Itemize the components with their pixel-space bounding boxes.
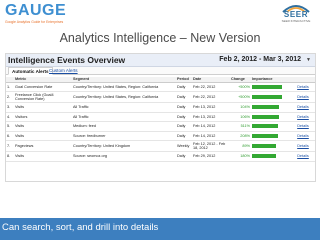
- caption-bar: Can search, sort, and drill into details: [0, 218, 320, 240]
- metric-cell: Visits: [14, 102, 72, 113]
- period-cell: Daily: [176, 102, 192, 113]
- chevron-down-icon[interactable]: ▼: [306, 57, 311, 63]
- importance-bar: [252, 144, 276, 148]
- importance-bar: [252, 124, 278, 129]
- row-number: 5.: [6, 121, 14, 132]
- row-number: 8.: [6, 151, 14, 162]
- date-cell: Feb 13, 2012: [192, 102, 230, 113]
- segment-cell: Country/Territory: United Kingdom: [72, 140, 176, 152]
- date-cell: Feb 29, 2012: [192, 151, 230, 162]
- table-row[interactable]: 8. Visits Source: seomoz.org Daily Feb 29, 2…: [6, 151, 315, 162]
- table-row[interactable]: 7. Pageviews Country/Territory: United Kin…: [6, 140, 315, 152]
- table-row[interactable]: 5. Visits Medium: feed Daily Feb 14, 2012 511…: [6, 121, 315, 132]
- date-cell: Feb 14, 2012: [192, 131, 230, 141]
- importance-bar: [252, 105, 279, 110]
- events-table: Metric Segment Period Date Change Import…: [6, 77, 315, 162]
- change-cell: 106%: [230, 112, 251, 122]
- importance-cell: [251, 102, 289, 113]
- row-number: 3.: [6, 102, 14, 113]
- segment-cell: Source: feedburner: [72, 131, 176, 141]
- intelligence-title: Intelligence Events Overview: [8, 55, 126, 65]
- row-number: 2.: [6, 91, 14, 103]
- period-cell: Daily: [176, 91, 192, 103]
- details-link[interactable]: Details: [289, 131, 315, 141]
- segment-cell: Country/Territory: United States, Region…: [72, 82, 176, 92]
- segment-cell: Source: seomoz.org: [72, 151, 176, 162]
- period-cell: Daily: [176, 121, 192, 132]
- importance-bar: [252, 95, 282, 99]
- importance-bar: [252, 84, 282, 89]
- details-link[interactable]: Details: [289, 140, 315, 152]
- metric-cell: Visits: [14, 151, 72, 162]
- importance-bar: [252, 114, 279, 119]
- table-row[interactable]: 3. Visits All Traffic Daily Feb 13, 2012 104%…: [6, 102, 315, 113]
- importance-cell: [251, 91, 289, 103]
- gauge-logo: GAUGE Google Analytics Guide for Enterpr…: [5, 2, 67, 27]
- change-cell: 89%: [230, 140, 251, 152]
- table-row[interactable]: 6. Visits Source: feedburner Daily Feb 14, 2…: [6, 131, 315, 141]
- gauge-logo-tagline: Google Analytics Guide for Enterprises: [5, 20, 64, 24]
- segment-cell: All Traffic: [72, 112, 176, 122]
- importance-cell: [251, 121, 289, 132]
- date-cell: Feb 22, 2012: [192, 82, 230, 92]
- period-cell: Daily: [176, 131, 192, 141]
- alert-tabs: Automatic Alerts Custom Alerts: [6, 67, 315, 75]
- date-cell: Feb 22, 2012: [192, 91, 230, 103]
- row-number: 1.: [6, 82, 14, 92]
- details-link[interactable]: Details: [289, 82, 315, 92]
- change-cell: 180%: [230, 151, 251, 162]
- metric-cell: Pageviews: [14, 140, 72, 152]
- importance-cell: [251, 112, 289, 122]
- metric-cell: Visits: [14, 131, 72, 141]
- table-row[interactable]: 1. Goal Conversion Rate Country/Territory:…: [6, 82, 315, 92]
- row-number: 7.: [6, 140, 14, 152]
- change-cell: 511%: [230, 121, 251, 132]
- gauge-logo-text: GAUGE: [5, 2, 67, 19]
- metric-cell: Visits: [14, 121, 72, 132]
- caption-text: Can search, sort, and drill into details: [2, 222, 159, 233]
- segment-cell: All Traffic: [72, 102, 176, 113]
- period-cell: Weekly: [176, 140, 192, 152]
- period-cell: Daily: [176, 82, 192, 92]
- metric-cell: Visitors: [14, 112, 72, 122]
- change-cell: +500%: [230, 82, 251, 92]
- metric-cell: Freelance Click (Goal4 Conversion Rate): [14, 91, 72, 103]
- date-cell: Feb 14, 2012: [192, 121, 230, 132]
- segment-cell: Country/Territory: United States, Region…: [72, 91, 176, 103]
- importance-cell: [251, 82, 289, 92]
- tab-custom-alerts[interactable]: Custom Alerts: [46, 67, 81, 75]
- table-row[interactable]: 2. Freelance Click (Goal4 Conversion Rate…: [6, 91, 315, 103]
- change-cell: 208%: [230, 131, 251, 141]
- importance-cell: [251, 151, 289, 162]
- details-link[interactable]: Details: [289, 151, 315, 162]
- period-cell: Daily: [176, 112, 192, 122]
- intelligence-header: Intelligence Events Overview Feb 2, 2012…: [6, 54, 315, 67]
- change-cell: 104%: [230, 102, 251, 113]
- period-cell: Daily: [176, 151, 192, 162]
- details-link[interactable]: Details: [289, 112, 315, 122]
- importance-bar: [252, 133, 278, 138]
- segment-cell: Medium: feed: [72, 121, 176, 132]
- slide-title: Analytics Intelligence – New Version: [59, 31, 261, 45]
- metric-cell: Goal Conversion Rate: [14, 82, 72, 92]
- details-link[interactable]: Details: [289, 102, 315, 113]
- date-cell: Feb 12, 2012 - Feb 18, 2012: [192, 140, 230, 152]
- date-range-picker[interactable]: Feb 2, 2012 - Mar 3, 2012: [219, 56, 301, 63]
- importance-cell: [251, 131, 289, 141]
- change-cell: +500%: [230, 91, 251, 103]
- date-cell: Feb 13, 2012: [192, 112, 230, 122]
- seer-logo-tagline: SEER INTERACTIVE: [281, 19, 311, 23]
- details-link[interactable]: Details: [289, 121, 315, 132]
- importance-bar: [252, 154, 276, 159]
- row-number: 4.: [6, 112, 14, 122]
- analytics-screenshot: Intelligence Events Overview Feb 2, 2012…: [5, 53, 316, 182]
- importance-cell: [251, 140, 289, 152]
- seer-logo: SEER SEER INTERACTIVE: [278, 2, 314, 28]
- table-row[interactable]: 4. Visitors All Traffic Daily Feb 13, 2012 10…: [6, 112, 315, 122]
- details-link[interactable]: Details: [289, 91, 315, 103]
- row-number: 6.: [6, 131, 14, 141]
